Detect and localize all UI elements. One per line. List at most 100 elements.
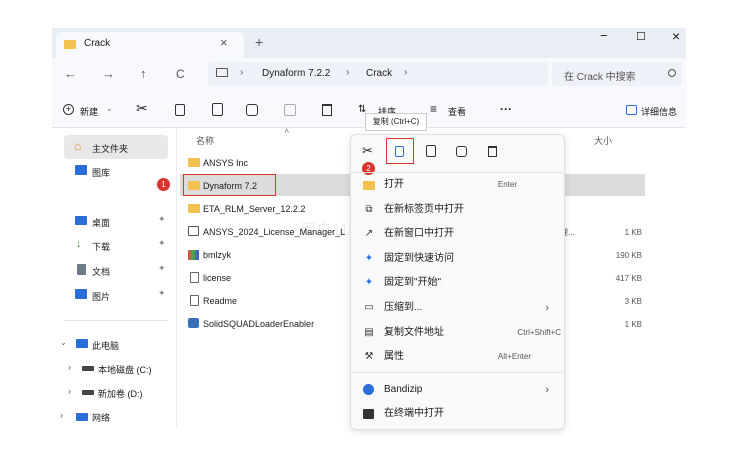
file-name[interactable]: Readme xyxy=(203,296,237,306)
sidebar-item-network[interactable]: 网络 xyxy=(92,411,110,424)
share-icon[interactable] xyxy=(284,104,296,116)
cut-icon[interactable]: ✂ xyxy=(136,100,148,117)
sort-arrow-icon: ˄ xyxy=(284,126,290,136)
cut-icon[interactable]: ✂ xyxy=(362,143,373,159)
menu-item-open-terminal[interactable]: 在终端中打开 xyxy=(360,403,555,425)
wrench-icon: ⚒ xyxy=(364,351,374,362)
file-name[interactable]: SolidSQUADLoaderEnabler xyxy=(203,319,314,329)
zip-icon: ▭ xyxy=(364,302,374,313)
sidebar-item-downloads[interactable]: 下载 xyxy=(92,240,110,253)
pin-icon: ✦ xyxy=(158,214,166,224)
delete-icon[interactable] xyxy=(322,104,332,116)
file-name[interactable]: ANSYS Inc xyxy=(203,158,248,168)
sidebar-item-drive-c[interactable]: 本地磁盘 (C:) xyxy=(98,363,152,376)
file-size: 190 KB xyxy=(615,251,642,260)
pin-icon: ✦ xyxy=(364,277,374,288)
sidebar-item-documents[interactable]: 文档 xyxy=(92,265,110,278)
breadcrumb-sep: › xyxy=(240,67,244,78)
chevron-down-icon[interactable]: ⌄ xyxy=(60,338,67,347)
sidebar-item-drive-d[interactable]: 新加卷 (D:) xyxy=(98,387,143,400)
menu-item-properties[interactable]: ⚒ 属性 Alt+Enter xyxy=(360,346,555,368)
archive-icon xyxy=(188,250,199,260)
minimize-button[interactable]: − xyxy=(600,28,608,43)
chevron-right-icon[interactable]: › xyxy=(68,362,71,372)
new-tab-button[interactable]: + xyxy=(255,34,263,50)
documents-icon xyxy=(77,264,86,275)
chevron-right-icon[interactable]: › xyxy=(68,386,71,396)
rename-icon[interactable] xyxy=(456,146,467,157)
menu-item-compress[interactable]: ▭ 压缩到... › xyxy=(360,297,555,319)
view-button[interactable]: 查看 xyxy=(448,105,466,118)
file-name[interactable]: Dynaform 7.2 xyxy=(203,181,257,191)
search-placeholder: 在 Crack 中搜索 xyxy=(564,72,636,83)
chevron-right-icon: › xyxy=(545,302,549,314)
menu-divider xyxy=(352,372,563,373)
file-name[interactable]: license xyxy=(203,273,231,283)
close-window-button[interactable]: × xyxy=(672,28,680,44)
plus-icon: + xyxy=(63,104,74,115)
up-button[interactable]: ↑ xyxy=(140,66,147,81)
menu-item-pin-start[interactable]: ✦ 固定到"开始" xyxy=(360,272,555,294)
search-icon[interactable] xyxy=(668,69,676,77)
menu-item-open[interactable]: 打开 Enter xyxy=(360,174,555,196)
rename-icon[interactable] xyxy=(246,104,258,116)
pictures-icon xyxy=(75,289,87,299)
menu-item-open-new-tab[interactable]: ⧉ 在新标签页中打开 xyxy=(360,199,555,221)
pin-icon: ✦ xyxy=(158,238,166,248)
folder-icon xyxy=(188,158,200,167)
drive-icon xyxy=(82,366,94,371)
new-button[interactable]: 新建 xyxy=(80,105,98,118)
folder-icon xyxy=(188,181,200,190)
folder-icon xyxy=(188,204,200,213)
pc-icon xyxy=(76,339,88,348)
column-header-size[interactable]: 大小 xyxy=(594,134,612,147)
maximize-button[interactable]: ☐ xyxy=(636,30,646,43)
copy-icon[interactable] xyxy=(175,104,185,116)
menu-item-pin-quick-access[interactable]: ✦ 固定到快速访问 xyxy=(360,248,555,270)
details-button[interactable]: 详细信息 xyxy=(641,105,677,118)
pin-icon: ✦ xyxy=(158,288,166,298)
column-header-name[interactable]: 名称 xyxy=(196,134,214,147)
copy-icon[interactable] xyxy=(395,146,404,157)
pin-icon: ✦ xyxy=(364,253,374,264)
registry-icon xyxy=(188,318,199,328)
sidebar-item-pictures[interactable]: 图片 xyxy=(92,290,110,303)
breadcrumb-dynaform[interactable]: Dynaform 7.2.2 xyxy=(262,68,330,79)
menu-divider xyxy=(352,172,563,173)
refresh-button[interactable]: C xyxy=(176,67,185,81)
path-icon: ▤ xyxy=(364,327,374,338)
file-size: 1 KB xyxy=(624,228,642,237)
menu-item-bandizip[interactable]: Bandizip › xyxy=(360,379,555,401)
paste-icon[interactable] xyxy=(426,145,436,157)
delete-icon[interactable] xyxy=(488,146,497,157)
more-options-button[interactable]: ··· xyxy=(500,102,512,116)
network-icon xyxy=(76,413,88,421)
forward-button[interactable]: → xyxy=(102,66,115,81)
sidebar-item-this-pc[interactable]: 此电脑 xyxy=(92,339,119,352)
chevron-right-icon[interactable]: › xyxy=(60,410,63,420)
file-size: 1 KB xyxy=(624,320,642,329)
download-icon: ↓ xyxy=(76,238,82,250)
sidebar-item-desktop[interactable]: 桌面 xyxy=(92,216,110,229)
menu-item-copy-path[interactable]: ▤ 复制文件地址 Ctrl+Shift+C xyxy=(360,322,561,344)
sidebar-item-gallery[interactable]: 图库 xyxy=(92,166,110,179)
paste-icon[interactable] xyxy=(212,103,223,116)
file-icon xyxy=(190,272,199,283)
tab-close-button[interactable]: × xyxy=(220,35,228,50)
sidebar-item-label: 主文件夹 xyxy=(92,144,129,154)
menu-item-open-new-window[interactable]: ↗ 在新窗口中打开 xyxy=(360,223,555,245)
file-size: 3 KB xyxy=(624,297,642,306)
folder-icon xyxy=(363,181,375,190)
file-name[interactable]: bmlzyk xyxy=(203,250,231,260)
sidebar-divider xyxy=(64,320,168,321)
shortcut-icon xyxy=(188,226,199,236)
details-pane-icon xyxy=(626,105,637,115)
breadcrumb-sep: › xyxy=(404,67,408,78)
file-name[interactable]: ETA_RLM_Server_12.2.2 xyxy=(203,204,305,214)
back-button[interactable]: ← xyxy=(64,66,77,81)
pin-icon: ✦ xyxy=(158,263,166,273)
step-badge-1: 1 xyxy=(157,178,170,191)
gallery-icon xyxy=(75,165,87,175)
breadcrumb-crack[interactable]: Crack xyxy=(366,68,392,79)
terminal-icon xyxy=(363,409,374,419)
